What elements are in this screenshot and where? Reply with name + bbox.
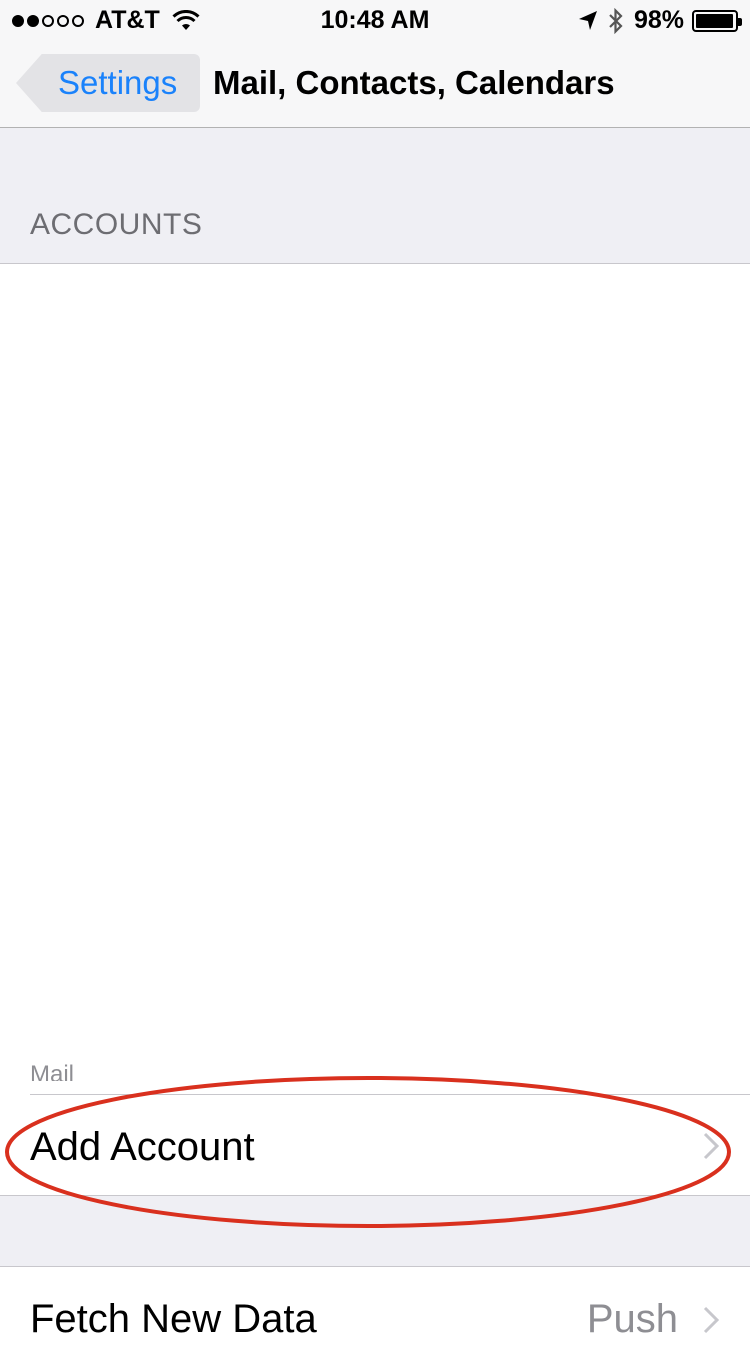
battery-icon <box>692 9 742 32</box>
add-account-row[interactable]: Add Account <box>0 1095 750 1196</box>
chevron-right-icon <box>703 1132 720 1160</box>
chevron-right-icon <box>703 1306 720 1334</box>
location-arrow-icon <box>578 10 597 30</box>
back-button-label: Settings <box>58 64 178 101</box>
fetch-new-data-row[interactable]: Fetch New Data Push <box>0 1266 750 1366</box>
accounts-group: Mail Add Account <box>0 263 750 1196</box>
add-account-label: Add Account <box>30 1125 255 1169</box>
bluetooth-icon <box>609 7 623 34</box>
page-title: Mail, Contacts, Calendars <box>213 64 615 101</box>
mail-account-label: Mail <box>30 1061 75 1081</box>
battery-tip <box>738 17 742 26</box>
back-button-settings[interactable]: Settings <box>16 54 200 112</box>
navigation-bar: Settings Mail, Contacts, Calendars <box>0 40 750 128</box>
status-right: 98% <box>578 6 742 35</box>
fetch-new-data-value: Push <box>586 1297 678 1341</box>
battery-fill <box>696 13 734 28</box>
accounts-section-header: ACCOUNTS <box>30 208 203 241</box>
fetch-new-data-label: Fetch New Data <box>30 1297 317 1341</box>
battery-percentage: 98% <box>633 6 684 34</box>
status-bar: AT&T 10:48 AM 98% <box>0 0 750 40</box>
